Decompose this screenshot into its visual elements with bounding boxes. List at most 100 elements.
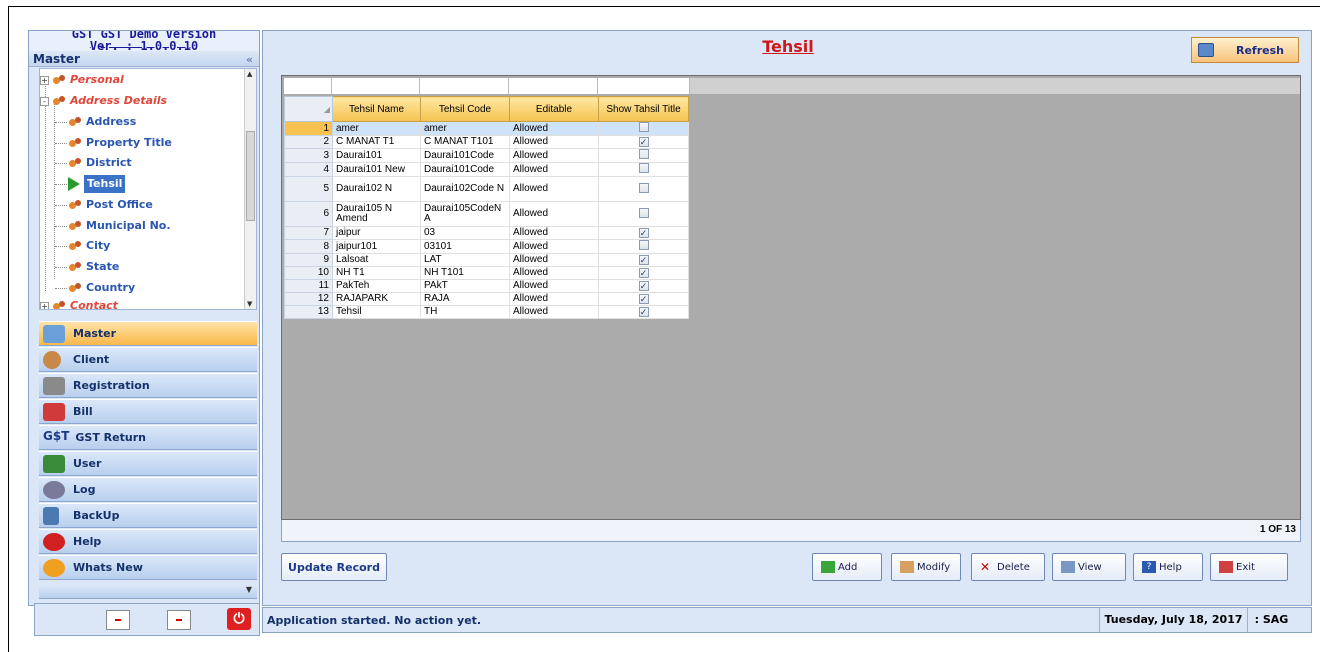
cell-tehsil-code[interactable]: RAJA — [420, 292, 510, 306]
scroll-thumb[interactable] — [246, 131, 255, 221]
cell-tehsil-code[interactable]: Daurai102Code N — [420, 176, 510, 202]
table-row[interactable]: 6 Daurai105 N Amend Daurai105CodeN A Allowe… — [284, 201, 689, 227]
exit-button[interactable]: Exit — [1210, 553, 1288, 581]
cell-tehsil-code[interactable]: C MANAT T101 — [420, 135, 510, 149]
collapse-node-icon[interactable]: - — [40, 96, 49, 106]
cell-tehsil-code[interactable]: TH — [420, 305, 510, 319]
checkbox-checked[interactable]: ✓ — [638, 136, 649, 147]
cell-tehsil-name[interactable]: Daurai105 N Amend — [332, 201, 421, 227]
checkbox-unchecked[interactable] — [638, 182, 649, 193]
table-row[interactable]: 12 RAJAPARK RAJA Allowed ✓ — [284, 292, 689, 306]
cell-editable[interactable]: Allowed — [509, 176, 599, 202]
cell-tehsil-code[interactable]: amer — [420, 121, 510, 136]
tree-item-address-details[interactable]: - Address Details — [40, 92, 167, 110]
row-number[interactable]: 13 — [284, 305, 333, 319]
tree-item-address[interactable]: Address — [55, 113, 136, 131]
row-number[interactable]: 11 — [284, 279, 333, 293]
cell-tehsil-name[interactable]: NH T1 — [332, 266, 421, 280]
nav-help[interactable]: Help — [39, 529, 257, 554]
nav-gst-return[interactable]: G$T GST Return — [39, 425, 257, 450]
cell-tehsil-name[interactable]: amer — [332, 121, 421, 136]
col-tehsil-code[interactable]: Tehsil Code — [420, 96, 510, 122]
checkbox-checked[interactable]: ✓ — [638, 280, 649, 291]
table-row[interactable]: 4 Daurai101 New Daurai101Code Allowed — [284, 162, 689, 177]
update-record-button[interactable]: Update Record — [281, 553, 387, 581]
tree-item-district[interactable]: District — [55, 154, 132, 172]
row-number[interactable]: 1 — [284, 121, 333, 136]
nav-log[interactable]: Log — [39, 477, 257, 502]
row-number[interactable]: 3 — [284, 148, 333, 163]
table-row[interactable]: 8 jaipur101 03101 Allowed — [284, 239, 689, 254]
refresh-button[interactable]: Refresh — [1191, 37, 1299, 63]
checkbox-checked[interactable]: ✓ — [638, 267, 649, 278]
checkbox-unchecked[interactable] — [638, 149, 649, 159]
tree-item-tehsil[interactable]: Tehsil — [55, 175, 126, 193]
window-minimize-icon[interactable] — [106, 610, 130, 630]
cell-tehsil-code[interactable]: PAkT — [420, 279, 510, 293]
col-editable[interactable]: Editable — [509, 96, 599, 122]
cell-tehsil-name[interactable]: Daurai101 New — [332, 162, 421, 177]
filter-editable-field[interactable] — [509, 78, 598, 94]
nav-user[interactable]: User — [39, 451, 257, 476]
checkbox-checked[interactable]: ✓ — [638, 293, 649, 304]
tree-item-municipal-no[interactable]: Municipal No. — [55, 217, 171, 235]
cell-editable[interactable]: Allowed — [509, 253, 599, 267]
cell-editable[interactable]: Allowed — [509, 201, 599, 227]
cell-tehsil-name[interactable]: Daurai102 N — [332, 176, 421, 202]
checkbox-checked[interactable]: ✓ — [638, 306, 649, 317]
cell-editable[interactable]: Allowed — [509, 279, 599, 293]
checkbox-checked[interactable]: ✓ — [638, 254, 649, 265]
tree-item-city[interactable]: City — [55, 237, 110, 255]
row-number[interactable]: 12 — [284, 292, 333, 306]
help-button[interactable]: ? Help — [1133, 553, 1203, 581]
cell-tehsil-name[interactable]: C MANAT T1 — [332, 135, 421, 149]
checkbox-unchecked[interactable] — [638, 240, 649, 250]
power-icon[interactable]: ⏻ — [227, 608, 251, 630]
cell-tehsil-code[interactable]: 03 — [420, 226, 510, 240]
row-number[interactable]: 2 — [284, 135, 333, 149]
nav-master[interactable]: Master — [39, 321, 257, 346]
nav-registration[interactable]: Registration — [39, 373, 257, 398]
collapse-icon[interactable]: « — [246, 52, 253, 68]
col-show-tahsil-title[interactable]: Show Tahsil Title — [598, 96, 689, 122]
cell-editable[interactable]: Allowed — [509, 239, 599, 254]
cell-tehsil-name[interactable]: PakTeh — [332, 279, 421, 293]
tree-item-state[interactable]: State — [55, 258, 119, 276]
row-number[interactable]: 8 — [284, 239, 333, 254]
checkbox-unchecked[interactable] — [638, 163, 649, 173]
cell-editable[interactable]: Allowed — [509, 121, 599, 136]
cell-tehsil-name[interactable]: jaipur — [332, 226, 421, 240]
table-row[interactable]: 2C MANAT T1 C MANAT T101 Allowed ✓ — [284, 135, 689, 149]
tree-item-country[interactable]: Country — [55, 279, 135, 297]
cell-tehsil-name[interactable]: jaipur101 — [332, 239, 421, 254]
row-number[interactable]: 7 — [284, 226, 333, 240]
tree-scrollbar[interactable]: ▲ ▼ — [244, 69, 256, 309]
table-row[interactable]: 9 Lalsoat LAT Allowed ✓ — [284, 253, 689, 267]
cell-editable[interactable]: Allowed — [509, 292, 599, 306]
delete-button[interactable]: ✕ Delete — [971, 553, 1045, 581]
tree-item-personal[interactable]: + Personal — [40, 71, 124, 89]
table-row[interactable]: 7 jaipur 03 Allowed ✓ — [284, 226, 689, 240]
table-row[interactable]: 13 Tehsil TH Allowed ✓ — [284, 305, 689, 319]
nav-whats-new[interactable]: Whats New — [39, 555, 257, 580]
col-tehsil-name[interactable]: Tehsil Name — [332, 96, 421, 122]
tree-item-property-title[interactable]: Property Title — [55, 134, 172, 152]
cell-editable[interactable]: Allowed — [509, 266, 599, 280]
cell-editable[interactable]: Allowed — [509, 226, 599, 240]
filter-show-field[interactable] — [598, 78, 690, 94]
checkbox-checked[interactable]: ✓ — [638, 227, 649, 238]
filter-name-field[interactable] — [332, 78, 420, 94]
cell-tehsil-code[interactable]: Daurai101Code — [420, 148, 510, 163]
row-number[interactable]: 9 — [284, 253, 333, 267]
row-number[interactable]: 10 — [284, 266, 333, 280]
checkbox-unchecked[interactable] — [638, 122, 649, 132]
row-number[interactable]: 4 — [284, 162, 333, 177]
cell-tehsil-code[interactable]: NH T101 — [420, 266, 510, 280]
master-tree[interactable]: + Personal - Address Details Address Pro… — [39, 68, 257, 310]
tree-item-contact[interactable]: + Contact — [40, 297, 118, 309]
scroll-down-icon[interactable]: ▼ — [247, 300, 252, 308]
expand-icon[interactable]: + — [40, 301, 49, 309]
row-number[interactable]: 5 — [284, 176, 333, 202]
add-button[interactable]: Add — [812, 553, 882, 581]
cell-tehsil-code[interactable]: Daurai101Code — [420, 162, 510, 177]
